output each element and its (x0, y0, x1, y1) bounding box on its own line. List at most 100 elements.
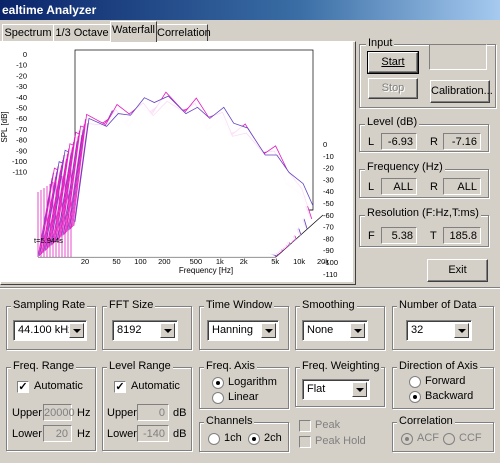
peak-hold-label: Peak Hold (315, 435, 366, 447)
title-bar: ealtime Analyzer (0, 0, 500, 20)
level-range-lower-field[interactable]: -140 (137, 425, 169, 442)
z-tick-label: -10 (323, 152, 334, 161)
z-tick-label: -60 (323, 211, 334, 220)
direction-backward-label: Backward (425, 390, 474, 402)
freq-range-upper-unit: Hz (77, 407, 91, 419)
level-r-value: -7.16 (443, 133, 481, 150)
start-button[interactable]: Start (367, 51, 419, 74)
waterfall-chart: 0-10-20-30-40-50-60-70-80-90-100-110 0-1… (1, 42, 353, 282)
level-range-automatic-label: Automatic (131, 380, 180, 392)
stop-button[interactable]: Stop (368, 78, 418, 99)
chevron-down-icon (352, 382, 367, 397)
level-l-value: -6.93 (381, 133, 417, 150)
smoothing-label: Smoothing (300, 299, 357, 311)
freq-weighting-value: Flat (307, 383, 326, 395)
x-tick-label: 5k (271, 257, 279, 266)
direction-forward-radio[interactable] (409, 376, 421, 388)
channels-2ch-radio[interactable] (248, 433, 260, 445)
direction-of-axis-label: Direction of Axis (397, 360, 480, 372)
exit-button[interactable]: Exit (427, 259, 488, 282)
y-tick-label: -100 (12, 157, 27, 166)
resolution-t-value: 185.8 (443, 227, 481, 244)
frequency-group-label: Frequency (Hz) (365, 161, 445, 173)
level-range-label: Level Range (107, 360, 173, 372)
freq-axis-label: Freq. Axis (204, 360, 257, 372)
sampling-rate-select[interactable]: 44.100 kHz (13, 320, 87, 341)
resolution-t-label: T (430, 230, 437, 242)
z-tick-label: -40 (323, 187, 334, 196)
y-tick-label: -80 (16, 136, 27, 145)
level-range-upper-unit: dB (173, 407, 187, 419)
y-tick-label: -70 (16, 125, 27, 134)
z-tick-label: -30 (323, 175, 334, 184)
number-of-data-select[interactable]: 32 (406, 320, 472, 341)
tab-correlation[interactable]: Correlation (156, 24, 211, 42)
fft-size-label: FFT Size (107, 299, 156, 311)
z-tick-label: -20 (323, 164, 334, 173)
sampling-rate-label: Sampling Rate (11, 299, 88, 311)
input-display (429, 44, 487, 70)
tab-third-octave[interactable]: 1/3 Octave (53, 24, 111, 42)
direction-forward-label: Forward (425, 375, 466, 387)
level-range-upper-label: Upper (107, 407, 137, 419)
level-range-upper-field[interactable]: 0 (137, 404, 169, 421)
y-tick-label: -110 (13, 168, 27, 177)
correlation-ccf-radio[interactable] (443, 433, 455, 445)
x-tick-label: 100 (134, 257, 147, 266)
x-tick-label: 200 (158, 257, 171, 266)
freq-range-upper-label: Upper (12, 407, 42, 419)
freq-range-upper-field[interactable]: 20000 (43, 404, 75, 421)
number-of-data-value: 32 (411, 324, 424, 336)
z-tick-label: 0 (323, 140, 327, 149)
calibration-label: Calibration... (431, 85, 493, 97)
z-tick-label: -50 (323, 199, 334, 208)
peak-hold-checkbox[interactable] (299, 436, 311, 448)
level-range-lower-unit: dB (173, 428, 187, 440)
channels-1ch-radio[interactable] (208, 433, 220, 445)
tab-waterfall[interactable]: Waterfall (110, 21, 157, 42)
freq-axis-linear-radio[interactable] (212, 392, 224, 404)
tab-third-octave-label: 1/3 Octave (55, 27, 109, 39)
direction-backward-radio[interactable] (409, 391, 421, 403)
freq-axis-logarithm-radio[interactable] (212, 377, 224, 389)
start-label: Start (381, 56, 405, 68)
freq-range-lower-label: Lower (12, 428, 42, 440)
frequency-l-value: ALL (381, 178, 417, 195)
fft-size-select[interactable]: 8192 (112, 320, 178, 341)
number-of-data-label: Number of Data (397, 299, 479, 311)
freq-range-automatic-label: Automatic (34, 380, 83, 392)
tab-waterfall-label: Waterfall (112, 24, 155, 36)
channels-1ch-label: 1ch (224, 432, 242, 444)
freq-weighting-label: Freq. Weighting (300, 360, 382, 372)
chevron-down-icon (160, 323, 175, 338)
x-tick-label: 20 (81, 257, 89, 266)
z-tick-label: -110 (323, 270, 337, 279)
calibration-button[interactable]: Calibration... (430, 80, 493, 103)
freq-weighting-select[interactable]: Flat (302, 379, 370, 400)
chevron-down-icon (261, 323, 276, 338)
time-window-value: Hanning (212, 324, 253, 336)
y-tick-label: 0 (23, 50, 27, 59)
window-title: ealtime Analyzer (2, 3, 97, 17)
z-tick-label: -70 (323, 223, 334, 232)
peak-label: Peak (315, 419, 341, 431)
time-window-select[interactable]: Hanning (207, 320, 279, 341)
correlation-ccf-label: CCF (459, 432, 482, 444)
level-group-label: Level (dB) (365, 116, 420, 128)
y-tick-label: -60 (16, 114, 27, 123)
smoothing-select[interactable]: None (302, 320, 368, 341)
freq-range-automatic-checkbox[interactable]: ✓ (17, 381, 29, 393)
freq-range-lower-field[interactable]: 20 (43, 425, 72, 442)
freq-axis-linear-label: Linear (228, 391, 259, 403)
z-tick-label: -90 (323, 246, 334, 255)
tab-spectrum[interactable]: Spectrum (2, 24, 54, 42)
frequency-r-value: ALL (443, 178, 481, 195)
peak-checkbox[interactable] (299, 420, 311, 432)
y-tick-label: -90 (16, 146, 27, 155)
y-tick-label: -30 (16, 82, 27, 91)
x-tick-label: 500 (190, 257, 203, 266)
resolution-f-value: 5.38 (381, 227, 417, 244)
correlation-acf-radio[interactable] (401, 433, 413, 445)
level-range-automatic-checkbox[interactable]: ✓ (114, 381, 126, 393)
y-tick-label: -20 (16, 71, 27, 80)
